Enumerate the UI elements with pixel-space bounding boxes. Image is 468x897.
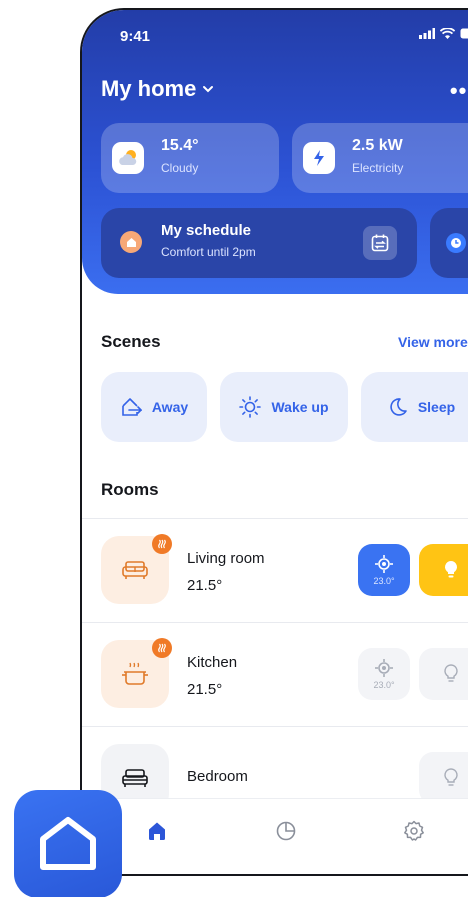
chevron-down-icon [203, 86, 214, 93]
scene-label: Sleep [417, 399, 456, 415]
heating-badge-icon [152, 638, 172, 658]
calendar-swap-icon [371, 234, 389, 252]
bulb-icon [443, 768, 458, 786]
signal-icon [419, 28, 435, 39]
bulb-icon [444, 561, 457, 578]
phone-frame: 9:41 My home ••• 15.4° Cloudy [80, 8, 468, 876]
thermostat-button[interactable]: 23.0° [358, 648, 410, 700]
light-button[interactable] [419, 752, 468, 804]
header-panel: 9:41 My home ••• 15.4° Cloudy [82, 10, 468, 294]
status-icons [419, 28, 468, 39]
house-outline-icon [40, 817, 96, 870]
scene-wake-up-button[interactable]: Wake up [220, 372, 348, 442]
divider [82, 518, 468, 519]
view-more-link[interactable]: View more [398, 334, 468, 350]
schedule-card[interactable]: My schedule Comfort until 2pm [101, 208, 417, 278]
schedule-title: My schedule [161, 222, 252, 239]
weather-value: 15.4° [161, 137, 199, 154]
room-temp: 21.5° [187, 577, 223, 594]
settings-icon [404, 820, 424, 841]
status-time: 9:41 [120, 28, 151, 45]
pie-chart-icon [276, 821, 296, 841]
scene-label: Wake up [271, 399, 329, 415]
schedule-subtitle: Comfort until 2pm [161, 245, 256, 259]
light-button[interactable] [419, 648, 468, 700]
scene-label: Away [151, 399, 189, 415]
thermostat-button[interactable]: 23.0° [358, 544, 410, 596]
electricity-label: Electricity [352, 161, 404, 175]
page-title: My home [101, 76, 197, 101]
scene-sleep-button[interactable]: Sleep [361, 372, 468, 442]
scene-away-button[interactable]: Away [101, 372, 207, 442]
thermostat-value: 23.0° [373, 680, 395, 690]
moon-icon [390, 398, 407, 416]
clock-icon [446, 233, 466, 253]
divider [82, 726, 468, 727]
heating-badge-icon [152, 534, 172, 554]
tab-stats[interactable] [272, 817, 300, 845]
tab-bar [82, 798, 468, 874]
sun-icon [239, 396, 262, 418]
screen: 9:41 My home ••• 15.4° Cloudy [0, 0, 468, 897]
schedule-calendar-button[interactable] [363, 226, 397, 260]
target-icon [375, 659, 393, 677]
room-name: Bedroom [187, 768, 248, 785]
exit-icon [122, 398, 142, 416]
tab-home[interactable] [143, 817, 171, 845]
rooms-heading: Rooms [101, 480, 159, 499]
weather-card[interactable]: 15.4° Cloudy [101, 123, 279, 193]
bulb-icon [443, 664, 458, 682]
home-icon [120, 231, 142, 253]
wifi-icon [440, 28, 455, 39]
electricity-card[interactable]: 2.5 kW Electricity [292, 123, 468, 193]
electricity-value: 2.5 kW [352, 137, 403, 154]
home-icon [149, 822, 165, 840]
schedule-card-2[interactable] [430, 208, 468, 278]
divider [82, 622, 468, 623]
app-logo [14, 790, 122, 897]
weather-label: Cloudy [161, 161, 199, 175]
thermostat-value: 23.0° [373, 576, 395, 586]
room-temp: 21.5° [187, 681, 223, 698]
tab-settings[interactable] [400, 817, 428, 845]
room-name: Kitchen [187, 654, 238, 671]
more-icon[interactable]: ••• [450, 78, 468, 104]
scenes-heading: Scenes [101, 332, 161, 351]
lightning-icon [303, 142, 335, 174]
room-name: Living room [187, 550, 265, 567]
cloud-sun-icon [112, 142, 144, 174]
home-selector[interactable]: My home [101, 76, 214, 102]
light-button[interactable] [419, 544, 468, 596]
battery-icon [460, 28, 468, 39]
target-icon [375, 555, 393, 573]
